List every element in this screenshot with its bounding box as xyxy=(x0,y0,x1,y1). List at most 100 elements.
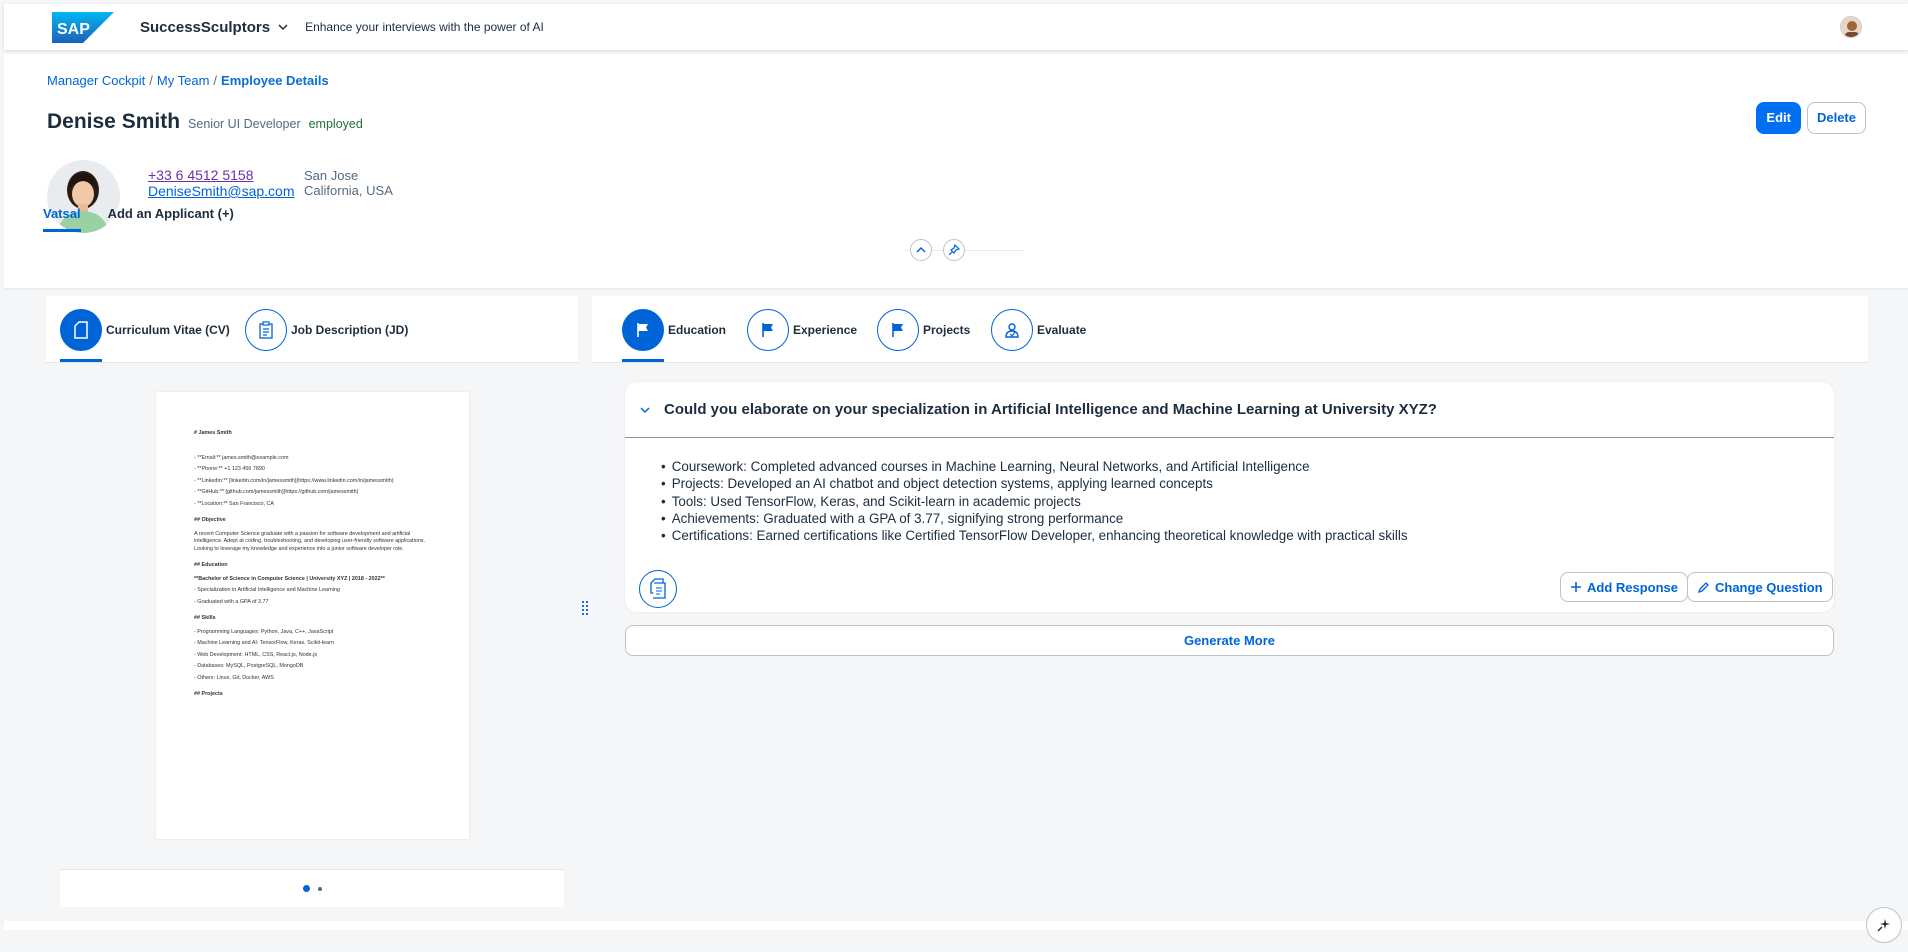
cv-section-heading: ## Projects xyxy=(194,691,223,697)
add-response-button[interactable]: Add Response xyxy=(1560,572,1689,602)
copy-button[interactable] xyxy=(639,570,677,608)
edit-button[interactable]: Edit xyxy=(1756,102,1801,134)
page-title: Denise Smith xyxy=(47,110,181,133)
button-label: Add Response xyxy=(1587,579,1679,595)
footer-strip xyxy=(4,921,1908,930)
object-page-header: Manager Cockpit / My Team / Employee Det… xyxy=(4,54,1908,290)
ai-assistant-button[interactable] xyxy=(1866,907,1902,943)
cv-line: - Others: Linux, Git, Docker, AWS xyxy=(194,674,274,681)
delete-button[interactable]: Delete xyxy=(1806,102,1866,134)
tab-education[interactable]: Education xyxy=(622,309,726,351)
breadcrumb-separator: / xyxy=(149,73,153,88)
cv-tabbar: Curriculum Vitae (CV) Job Description (J… xyxy=(46,296,578,363)
cv-objective: A recent Computer Science graduate with … xyxy=(194,530,426,552)
product-switcher[interactable]: SuccessSculptors xyxy=(140,19,288,36)
cv-line: - Web Development: HTML, CSS, React.js, … xyxy=(194,651,318,658)
sap-logo[interactable]: SAP xyxy=(52,11,114,43)
cv-section-heading: ## Objective xyxy=(194,517,226,523)
tab-job-description[interactable]: Job Description (JD) xyxy=(245,309,408,351)
cv-line: - **Location:** San Francisco, CA xyxy=(194,500,274,507)
tab-experience[interactable]: Experience xyxy=(747,309,857,351)
breadcrumb-current: Employee Details xyxy=(221,73,329,88)
tab-evaluate[interactable]: Evaluate xyxy=(991,309,1086,351)
tab-label: Education xyxy=(668,323,727,337)
user-avatar[interactable] xyxy=(1840,16,1862,38)
question-category-tabbar: Education Experience Projects Evaluate xyxy=(592,296,1868,363)
cv-line: - Programming Languages: Python, Java, C… xyxy=(194,628,334,635)
cv-heading: # James Smith xyxy=(194,430,232,436)
title-row: Denise Smith Senior UI Developer employe… xyxy=(47,110,363,134)
chevron-up-icon xyxy=(916,246,926,253)
sparkle-icon xyxy=(1877,919,1890,932)
person-evaluate-icon xyxy=(991,309,1033,351)
cv-section-heading: ## Education xyxy=(194,562,228,568)
cv-degree: **Bachelor of Science in Computer Scienc… xyxy=(194,575,385,582)
tab-projects[interactable]: Projects xyxy=(877,309,970,351)
chevron-down-icon xyxy=(278,24,288,31)
clipboard-icon xyxy=(245,309,287,351)
cv-line: - Graduated with a GPA of 3.77 xyxy=(194,598,269,605)
tab-label: Experience xyxy=(793,323,858,337)
list-item: Achievements: Graduated with a GPA of 3.… xyxy=(661,510,1408,527)
contact-links: +33 6 4512 5158 DeniseSmith@sap.com xyxy=(148,167,295,199)
pin-icon xyxy=(948,244,960,256)
pin-header-button[interactable] xyxy=(943,239,965,261)
shell-bar: SAP SuccessSculptors Enhance your interv… xyxy=(4,4,1908,50)
header-shadow xyxy=(4,288,1908,291)
copy-icon xyxy=(650,578,666,599)
cv-line: - Machine Learning and AI: TensorFlow, K… xyxy=(194,640,334,646)
tab-label: Curriculum Vitae (CV) xyxy=(106,323,230,337)
splitter-handle[interactable] xyxy=(581,600,589,616)
generate-more-button[interactable]: Generate More xyxy=(625,625,1834,656)
question-text: Could you elaborate on your specializati… xyxy=(664,401,1437,418)
cv-section-heading: ## Skills xyxy=(194,615,216,621)
tab-label: Job Description (JD) xyxy=(291,323,409,337)
list-item: Coursework: Completed advanced courses i… xyxy=(661,458,1408,475)
collapse-header-button[interactable] xyxy=(910,239,932,261)
svg-text:SAP: SAP xyxy=(57,21,90,38)
carousel-dot-active[interactable] xyxy=(302,885,310,892)
tab-add-applicant[interactable]: Add an Applicant (+) xyxy=(108,206,234,232)
question-card: Could you elaborate on your specializati… xyxy=(625,382,1834,612)
breadcrumb-my-team[interactable]: My Team xyxy=(157,73,210,88)
breadcrumb-separator: / xyxy=(213,73,218,88)
button-label: Change Question xyxy=(1715,579,1823,595)
status-badge: employed xyxy=(308,117,363,131)
tab-vatsal[interactable]: Vatsal xyxy=(43,206,81,232)
response-list: Coursework: Completed advanced courses i… xyxy=(661,458,1408,544)
page-tabs: Vatsal Add an Applicant (+) xyxy=(43,206,234,232)
carousel-page-indicator xyxy=(60,869,564,907)
product-tagline: Enhance your interviews with the power o… xyxy=(305,20,544,34)
location-city: San Jose xyxy=(304,168,359,183)
edit-icon xyxy=(1697,581,1709,593)
cv-line: - Databases: MySQL, PostgreSQL, MongoDB xyxy=(194,663,304,669)
employee-role: Senior UI Developer xyxy=(188,117,301,131)
cv-panel: Curriculum Vitae (CV) Job Description (J… xyxy=(46,296,578,926)
active-tab-indicator xyxy=(622,359,664,362)
change-question-button[interactable]: Change Question xyxy=(1687,572,1833,602)
question-card-header[interactable]: Could you elaborate on your specializati… xyxy=(625,382,1834,438)
carousel-dot[interactable] xyxy=(317,886,322,891)
header-actions: Edit Delete xyxy=(1756,102,1866,134)
tab-label: Projects xyxy=(923,323,971,337)
flag-icon xyxy=(622,309,664,351)
active-tab-indicator xyxy=(60,359,102,362)
cv-line: - **Phone:** +1 123 456 7890 xyxy=(194,466,265,472)
interview-panel: Education Experience Projects Evaluate C… xyxy=(592,296,1868,921)
phone-link[interactable]: +33 6 4512 5158 xyxy=(148,167,295,183)
cv-line: - **LinkedIn:** [linkedin.com/in/jamessm… xyxy=(194,477,394,484)
plus-icon xyxy=(1571,582,1581,592)
flag-icon xyxy=(747,309,789,351)
list-item: Tools: Used TensorFlow, Keras, and Sciki… xyxy=(661,493,1408,510)
cv-document-preview[interactable]: # James Smith - **Email:** james.smith@e… xyxy=(156,392,469,839)
tab-curriculum-vitae[interactable]: Curriculum Vitae (CV) xyxy=(60,309,230,351)
cv-line: - **GitHub:** [github.com/jamessmith](ht… xyxy=(194,489,359,495)
flag-icon xyxy=(877,309,919,351)
chevron-down-icon xyxy=(640,406,650,413)
breadcrumb-manager-cockpit[interactable]: Manager Cockpit xyxy=(47,73,145,88)
location: San Jose California, USA xyxy=(304,168,393,198)
email-link[interactable]: DeniseSmith@sap.com xyxy=(148,183,295,199)
grip-icon xyxy=(581,600,589,616)
product-name: SuccessSculptors xyxy=(140,18,271,36)
cv-line: - Specialization in Artificial Intellige… xyxy=(194,587,340,593)
